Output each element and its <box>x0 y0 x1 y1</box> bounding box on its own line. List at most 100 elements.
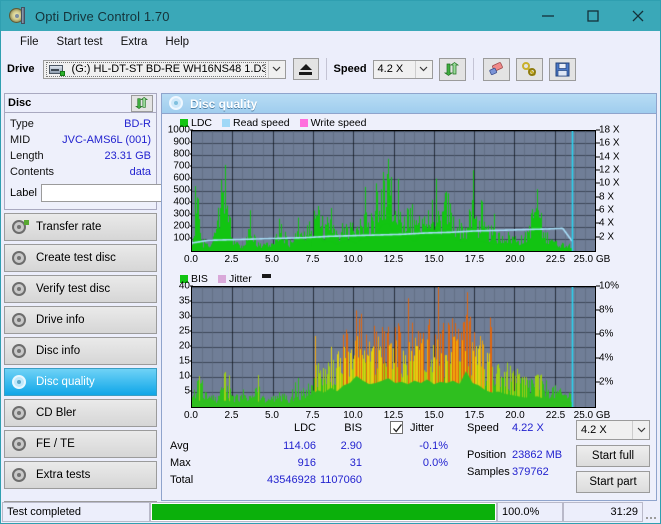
disc-create-icon <box>11 250 28 266</box>
disc-panel-header: Disc <box>4 93 157 113</box>
disc-row-value: JVC-AMS6L (001) <box>62 134 151 146</box>
y-tick-label: 800 <box>173 148 190 160</box>
x-tick-label: 17.5 <box>464 254 485 265</box>
menu-extra[interactable]: Extra <box>112 34 157 50</box>
chevron-down-icon[interactable] <box>414 60 432 78</box>
sidebar-item-cd-bler[interactable]: CD Bler <box>4 399 157 427</box>
disc-refresh-button[interactable] <box>131 94 153 112</box>
disc-verify-icon <box>11 281 28 297</box>
close-icon[interactable] <box>615 1 660 31</box>
sidebar-item-label: Transfer rate <box>36 221 102 233</box>
start-part-button[interactable]: Start part <box>576 471 650 493</box>
title-bar: Opti Drive Control 1.70 <box>1 1 660 31</box>
y2-tick-label: 2% <box>599 376 614 388</box>
disc-row-value: data <box>129 166 151 178</box>
chart2-y2-axis-labels: 2% 4% 6% 8% 10% <box>596 281 633 408</box>
stats-max-jitter: 0.0% <box>422 457 448 469</box>
menu-file[interactable]: File <box>11 34 48 50</box>
progress-fill <box>152 504 495 520</box>
drive-toolbar: Drive (G:) HL-DT-ST BD-RE WH16NS48 1.D3 … <box>1 53 660 85</box>
stats-row-key-total: Total <box>170 474 194 486</box>
sidebar-item-label: Create test disc <box>36 252 116 264</box>
jitter-checkbox[interactable] <box>390 421 403 434</box>
y-tick-label: 30 <box>178 310 190 322</box>
sidebar-item-create-test-disc[interactable]: Create test disc <box>4 244 157 272</box>
tools-button[interactable] <box>515 57 543 81</box>
sidebar-item-disc-info[interactable]: Disc info <box>4 337 157 365</box>
eject-button[interactable] <box>292 58 319 80</box>
sidebar-item-extra-tests[interactable]: Extra tests <box>4 461 157 489</box>
sidebar-item-disc-quality[interactable]: Disc quality <box>4 368 157 396</box>
disc-label-key: Label <box>10 187 37 199</box>
sidebar-item-label: CD Bler <box>36 407 77 419</box>
speed-select-value: 4.2 X <box>377 63 404 75</box>
y2-tick-label: 18 X <box>599 124 620 136</box>
y-tick-label: 300 <box>173 208 190 220</box>
legend-swatch-jitter <box>217 275 226 283</box>
disc-row-type: Type BD-R <box>10 116 151 132</box>
maximize-icon[interactable] <box>570 1 615 31</box>
test-speed-select[interactable]: 4.2 X <box>576 420 650 440</box>
y2-tick-label: 4 X <box>599 217 615 229</box>
stats-total-bis: 1107060 <box>319 474 362 486</box>
x-tick-label: 15.0 <box>424 254 444 265</box>
disc-row-value: 23.31 GB <box>104 150 151 162</box>
chart1-plot[interactable] <box>191 130 596 252</box>
disc-quality-panel: Disc quality LDC Read speed Write speed … <box>161 93 657 501</box>
legend-label-jitter: Jitter <box>228 273 252 285</box>
stats-avg-ldc: 114.06 <box>283 440 316 452</box>
y-tick-label: 25 <box>178 325 190 337</box>
disc-quality-icon <box>11 374 28 390</box>
application-window: Opti Drive Control 1.70 File Start test … <box>0 0 661 524</box>
sidebar-item-fe-te[interactable]: FE / TE <box>4 430 157 458</box>
chart2-wrapper: 5 10 15 20 25 30 35 40 2% 4% 6% 8% 10% 0.0 2.5 5.0 7.5… <box>162 281 656 428</box>
stats-col-bis: BIS <box>344 422 362 434</box>
position-label: Position <box>467 449 507 461</box>
refresh-icon <box>135 97 149 109</box>
chart1-y-axis-labels: 100 200 300 400 500 600 700 800 900 1000 <box>162 125 193 252</box>
samples-value: 379762 <box>512 466 549 478</box>
sidebar-item-label: Verify test disc <box>36 283 111 295</box>
x-tick-label: 10.0 <box>343 254 363 265</box>
sidebar-item-label: FE / TE <box>36 438 75 450</box>
resize-grip-icon[interactable] <box>643 502 659 522</box>
x-tick-label: 0.0 <box>184 254 198 265</box>
status-bar: Test completed 100.0% 31:29 <box>2 502 659 522</box>
stats-row-key-max: Max <box>170 457 191 469</box>
sidebar-item-verify-test-disc[interactable]: Verify test disc <box>4 275 157 303</box>
y2-tick-label: 6 X <box>599 204 615 216</box>
menu-help[interactable]: Help <box>156 34 198 50</box>
stats-max-bis: 31 <box>349 457 362 469</box>
y2-tick-label: 8 X <box>599 191 615 203</box>
save-button[interactable] <box>548 57 576 81</box>
y2-tick-label: 8% <box>599 304 614 316</box>
legend-swatch-read-speed <box>222 119 231 127</box>
speed-stat-value: 4.22 X <box>512 422 544 434</box>
drive-select[interactable]: (G:) HL-DT-ST BD-RE WH16NS48 1.D3 <box>42 59 286 79</box>
minimize-icon[interactable] <box>525 1 570 31</box>
speed-select[interactable]: 4.2 X <box>372 59 433 79</box>
sidebar-item-transfer-rate[interactable]: Transfer rate <box>4 213 157 241</box>
sidebar-item-drive-info[interactable]: Drive info <box>4 306 157 334</box>
y2-tick-label: 10 X <box>599 177 620 189</box>
menu-start-test[interactable]: Start test <box>48 34 112 50</box>
chart1-legend: LDC Read speed Write speed <box>162 116 656 130</box>
disc-transfer-icon <box>11 219 29 235</box>
eject-icon <box>299 63 312 70</box>
elapsed-time: 31:29 <box>563 502 643 522</box>
start-full-button[interactable]: Start full <box>576 445 650 467</box>
chart2-plot[interactable] <box>191 286 596 408</box>
refresh-button[interactable] <box>438 57 466 81</box>
erase-button[interactable] <box>482 57 510 81</box>
speed-label: Speed <box>333 63 367 75</box>
disc-row-value: BD-R <box>124 118 151 130</box>
drive-select-value: (G:) HL-DT-ST BD-RE WH16NS48 1.D3 <box>71 63 265 75</box>
test-speed-value: 4.2 X <box>581 424 607 436</box>
disc-info-body: Type BD-R MID JVC-AMS6L (001) Length 23.… <box>4 113 244 210</box>
sidebar-item-label: Drive info <box>36 314 85 326</box>
chevron-down-icon[interactable] <box>632 421 649 439</box>
left-panel: Disc Type BD-R MID JVC-AMS6L (001) Lengt… <box>4 93 244 521</box>
legend-label-bis: BIS <box>191 273 208 285</box>
drive-label: Drive <box>7 63 35 75</box>
chevron-down-icon[interactable] <box>267 60 285 78</box>
